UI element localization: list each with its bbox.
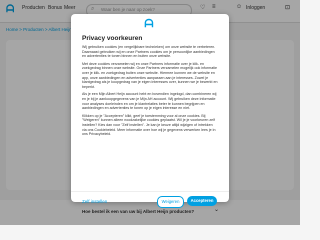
privacy-preferences-dialog: ᗩ Privacy voorkeuren Wij gebruiken cooki… xyxy=(71,14,229,208)
dialog-divider xyxy=(71,191,229,192)
dialog-paragraph: Klikken op je "Accepteren" klikt, geef j… xyxy=(82,113,216,137)
dialog-paragraph: Wij gebruiken cookies (en vergelijkbare … xyxy=(82,45,216,59)
dialog-title: Privacy voorkeuren xyxy=(82,35,143,42)
reject-button[interactable]: Weigeren xyxy=(157,196,184,208)
zelf-instellen-link[interactable]: Zelf instellen xyxy=(82,199,107,204)
dialog-body: Wij gebruiken cookies (en vergelijkbare … xyxy=(82,45,218,140)
accept-button[interactable]: Accepteren xyxy=(187,196,217,206)
albert-heijn-logo: ᗩ xyxy=(144,18,154,30)
dialog-paragraph: Met deze cookies verzamelen wij en onze … xyxy=(82,61,218,89)
dialog-paragraph: Als je een Mijn Albert Heijn account heb… xyxy=(82,92,217,111)
